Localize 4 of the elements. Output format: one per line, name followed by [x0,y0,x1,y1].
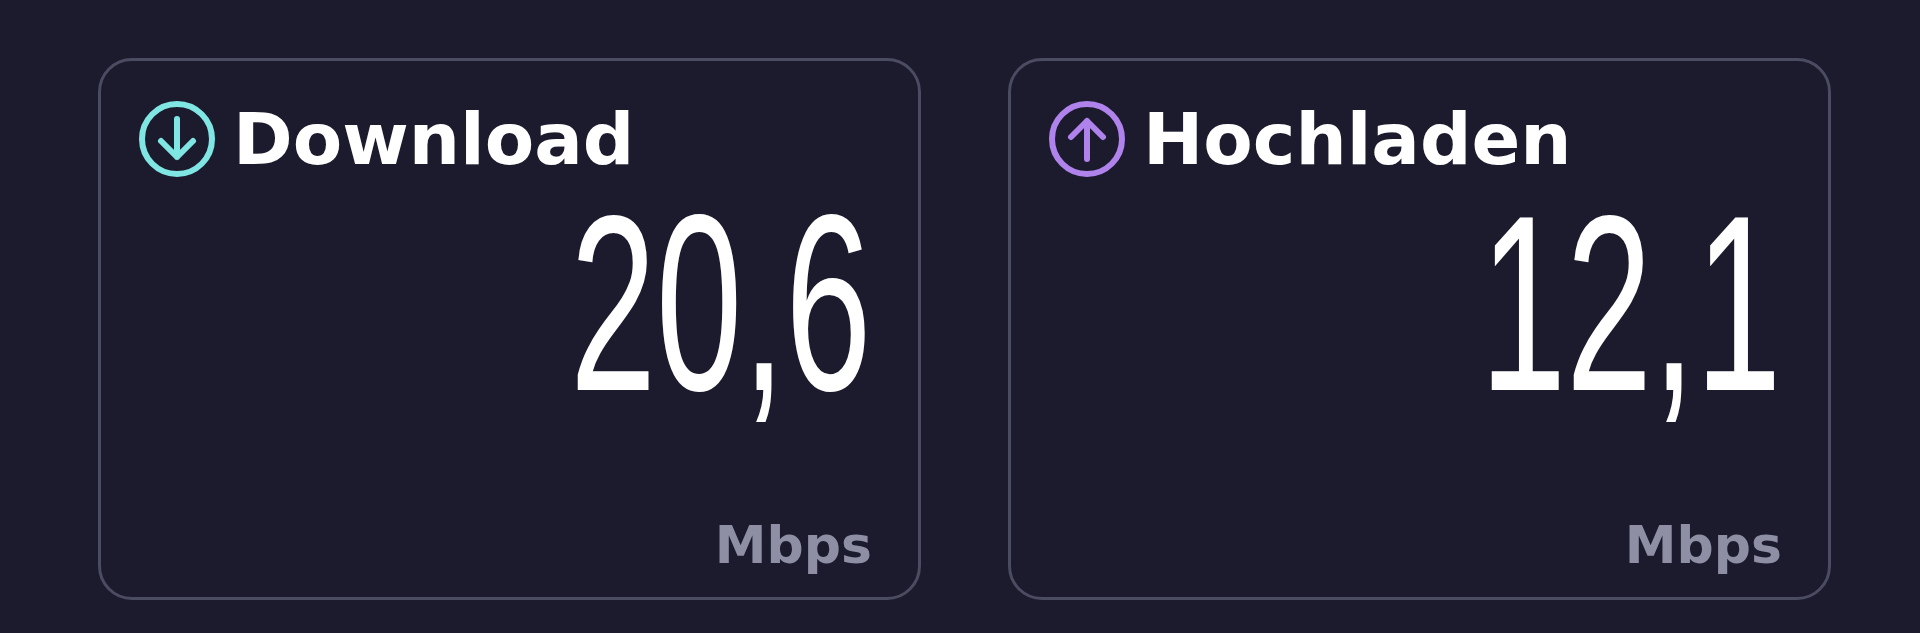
speed-value: 12,1 [1480,179,1782,429]
speed-value: 20,6 [570,179,872,429]
card-title: Download [233,103,635,175]
card-title: Hochladen [1143,103,1572,175]
